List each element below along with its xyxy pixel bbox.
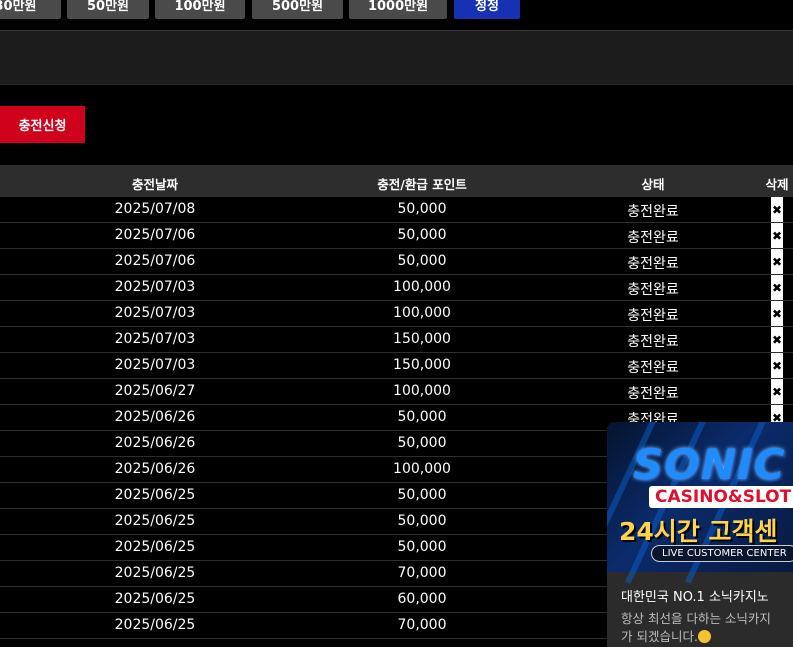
row-status: 충전완료 (627, 256, 679, 272)
header-delete: 삭제 (765, 177, 789, 192)
promo-text-body: 항상 최선을 다하는 소닉카지 가 되겠습니다. (621, 611, 771, 644)
delete-x-icon[interactable]: ✖ (771, 249, 783, 274)
row-points: 50,000 (397, 409, 447, 425)
delete-x-icon[interactable]: ✖ (771, 275, 783, 300)
header-points: 충전/환급 포인트 (377, 177, 467, 192)
row-points: 150,000 (393, 357, 451, 373)
charge-apply-button[interactable]: 충전신청 (0, 106, 85, 143)
row-date: 2025/06/25 (114, 487, 196, 503)
table-row: 2025/07/03 100,000 충전완료 ✖ (0, 301, 793, 327)
correct-button[interactable]: 정정 (454, 0, 520, 19)
row-date: 2025/07/03 (114, 357, 196, 373)
row-points: 50,000 (397, 539, 447, 555)
row-status: 충전완료 (627, 386, 679, 402)
row-date: 2025/07/03 (114, 305, 196, 321)
row-date: 2025/06/25 (114, 617, 196, 633)
delete-x-icon[interactable]: ✖ (771, 197, 783, 222)
amount-30-button[interactable]: 30만원 (0, 0, 61, 19)
promo-hours: 24시간 고객센 (619, 517, 778, 546)
amount-50-button[interactable]: 50만원 (67, 0, 149, 19)
promo-sub-brand: CASINO&SLOT (649, 486, 793, 508)
row-points: 50,000 (397, 253, 447, 269)
delete-x-icon[interactable]: ✖ (771, 353, 783, 378)
header-date: 충전날짜 (131, 177, 179, 192)
promo-title: 대한민국 NO.1 소닉카지노 (621, 590, 769, 605)
row-points: 150,000 (393, 331, 451, 347)
row-status: 충전완료 (627, 282, 679, 298)
delete-x-icon[interactable]: ✖ (771, 379, 783, 404)
row-date: 2025/06/27 (114, 383, 196, 399)
row-points: 50,000 (397, 227, 447, 243)
table-row: 2025/07/03 150,000 충전완료 ✖ (0, 353, 793, 379)
row-date: 2025/06/26 (114, 435, 196, 451)
row-date: 2025/06/25 (114, 591, 196, 607)
header-status: 상태 (641, 177, 665, 192)
row-date: 2025/06/26 (114, 409, 196, 425)
row-status: 충전완료 (627, 230, 679, 246)
row-points: 100,000 (393, 461, 451, 477)
smile-emoji-icon (697, 630, 711, 643)
promo-popup[interactable]: SONIC CASINO&SLOT 24시간 고객센 LIVE CUSTOMER… (607, 422, 793, 647)
row-date: 2025/06/25 (114, 565, 196, 581)
row-points: 50,000 (397, 435, 447, 451)
row-status: 충전완료 (627, 334, 679, 350)
table-row: 2025/07/03 100,000 충전완료 ✖ (0, 275, 793, 301)
row-date: 2025/07/03 (114, 279, 196, 295)
table-row: 2025/06/27 100,000 충전완료 ✖ (0, 379, 793, 405)
row-status: 충전완료 (627, 308, 679, 324)
row-date: 2025/06/25 (114, 539, 196, 555)
row-points: 100,000 (393, 279, 451, 295)
row-status: 충전완료 (627, 204, 679, 220)
promo-live-label: LIVE CUSTOMER CENTER (651, 545, 793, 562)
row-points: 70,000 (397, 565, 447, 581)
row-date: 2025/06/26 (114, 461, 196, 477)
row-date: 2025/07/06 (114, 227, 196, 243)
promo-banner[interactable]: SONIC CASINO&SLOT 24시간 고객센 LIVE CUSTOMER… (607, 422, 793, 584)
amount-500-button[interactable]: 500만원 (252, 0, 343, 19)
row-date: 2025/06/25 (114, 513, 196, 529)
row-points: 50,000 (397, 487, 447, 503)
row-date: 2025/07/03 (114, 331, 196, 347)
delete-x-icon[interactable]: ✖ (771, 327, 783, 352)
row-date: 2025/07/08 (114, 201, 196, 217)
table-row: 2025/07/08 50,000 충전완료 ✖ (0, 197, 793, 223)
amount-button-bar: 30만원 50만원 100만원 500만원 1000만원 정정 (0, 0, 793, 20)
row-points: 100,000 (393, 383, 451, 399)
table-row: 2025/07/06 50,000 충전완료 ✖ (0, 249, 793, 275)
promo-text: 항상 최선을 다하는 소닉카지 가 되겠습니다. (621, 610, 771, 646)
row-status: 충전완료 (627, 360, 679, 376)
row-points: 70,000 (397, 617, 447, 633)
delete-x-icon[interactable]: ✖ (771, 223, 783, 248)
row-points: 100,000 (393, 305, 451, 321)
table-row: 2025/07/03 150,000 충전완료 ✖ (0, 327, 793, 353)
row-points: 50,000 (397, 201, 447, 217)
input-band (0, 30, 793, 85)
amount-1000-button[interactable]: 1000만원 (349, 0, 447, 19)
row-points: 60,000 (397, 591, 447, 607)
row-points: 50,000 (397, 513, 447, 529)
table-header: 충전날짜 충전/환급 포인트 상태 삭제 (0, 165, 793, 197)
row-date: 2025/07/06 (114, 253, 196, 269)
promo-brand: SONIC (633, 440, 786, 489)
delete-x-icon[interactable]: ✖ (771, 301, 783, 326)
amount-100-button[interactable]: 100만원 (155, 0, 245, 19)
table-row: 2025/07/06 50,000 충전완료 ✖ (0, 223, 793, 249)
